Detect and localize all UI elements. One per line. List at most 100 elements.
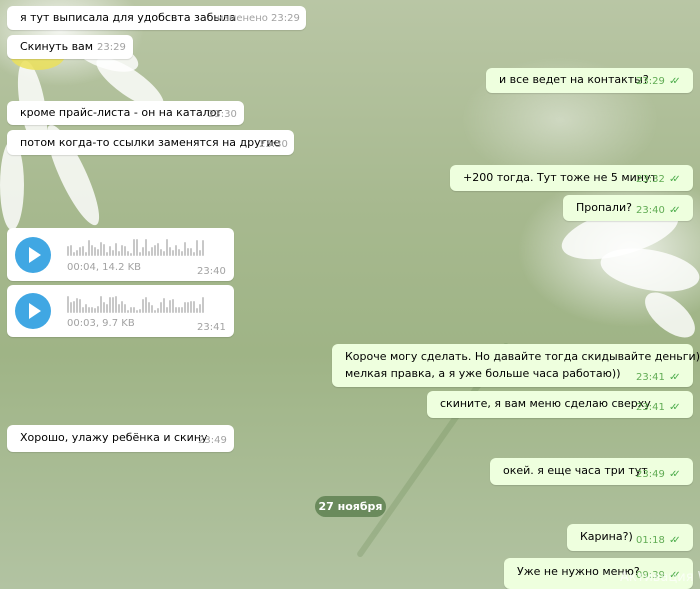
waveform-bar xyxy=(178,307,180,313)
waveform-bar xyxy=(199,304,201,313)
message-outgoing[interactable]: +200 тогда. Тут тоже не 5 минут 23:32 ✓✓ xyxy=(450,165,693,191)
waveform-bar xyxy=(94,247,96,256)
waveform-bar xyxy=(196,308,198,313)
message-outgoing[interactable]: окей. я еще часа три тут 23:49 ✓✓ xyxy=(490,458,693,485)
message-text: я тут выписала для удобсвта забыла xyxy=(20,11,236,24)
voice-message[interactable]: 00:03, 9.7 KB 23:41 xyxy=(7,285,234,337)
waveform-bar xyxy=(70,302,72,313)
play-icon[interactable] xyxy=(15,237,51,273)
waveform-bar xyxy=(172,250,174,256)
waveform-bar xyxy=(73,301,75,313)
voice-info: 00:03, 9.7 KB xyxy=(67,318,135,329)
waveform-bar xyxy=(67,246,69,256)
waveform-bar xyxy=(103,244,105,256)
waveform-bar xyxy=(121,245,123,256)
message-text: скините, я вам меню сделаю сверху xyxy=(440,397,651,410)
waveform-bar xyxy=(100,296,102,313)
waveform-bar xyxy=(187,248,189,256)
message-text: Короче могу сделать. Но давайте тогда ск… xyxy=(345,350,700,363)
waveform[interactable] xyxy=(67,295,207,313)
message-outgoing[interactable]: и все ведет на контакты? 23:29 ✓✓ xyxy=(486,68,693,93)
waveform-bar xyxy=(160,249,162,256)
waveform-bar xyxy=(136,239,138,256)
waveform-bar xyxy=(91,307,93,313)
voice-message[interactable]: 00:04, 14.2 KB 23:40 xyxy=(7,228,234,281)
play-icon[interactable] xyxy=(15,293,51,329)
message-time: 23:30 xyxy=(208,109,237,120)
waveform-bar xyxy=(133,307,135,313)
waveform-bar xyxy=(163,298,165,313)
waveform-bar xyxy=(193,252,195,256)
waveform-bar xyxy=(148,251,150,256)
read-check-icon: ✓✓ xyxy=(669,372,681,383)
message-outgoing[interactable]: Короче могу сделать. Но давайте тогда ск… xyxy=(332,344,700,387)
waveform-bar xyxy=(121,301,123,313)
waveform-bar xyxy=(178,249,180,256)
waveform-bar xyxy=(154,245,156,256)
waveform-bar xyxy=(148,302,150,313)
waveform-bar xyxy=(109,297,111,313)
message-time: 23:40 xyxy=(197,266,226,277)
read-check-icon: ✓✓ xyxy=(669,76,681,87)
message-incoming[interactable]: потом когда-то ссылки заменятся на други… xyxy=(7,130,294,155)
waveform-bar xyxy=(82,307,84,313)
waveform-bar xyxy=(160,302,162,313)
waveform-bar xyxy=(70,245,72,256)
activation-watermark: Активация W xyxy=(620,570,700,585)
waveform-bar xyxy=(130,307,132,313)
read-check-icon: ✓✓ xyxy=(669,469,681,480)
waveform-bar xyxy=(115,243,117,256)
message-incoming[interactable]: Хорошо, улажу ребёнка и скину 23:49 xyxy=(7,425,234,452)
waveform-bar xyxy=(94,308,96,313)
waveform-bar xyxy=(112,250,114,256)
waveform-bar xyxy=(151,247,153,256)
message-incoming[interactable]: я тут выписала для удобсвта забыла измен… xyxy=(7,6,306,30)
waveform-bar xyxy=(130,253,132,256)
waveform-bar xyxy=(175,307,177,313)
waveform-bar xyxy=(145,297,147,313)
waveform-bar xyxy=(157,308,159,313)
waveform-bar xyxy=(142,247,144,256)
waveform[interactable] xyxy=(67,238,207,256)
waveform-bar xyxy=(127,310,129,313)
waveform-bar xyxy=(190,301,192,313)
waveform-bar xyxy=(115,296,117,313)
waveform-bar xyxy=(88,240,90,256)
waveform-bar xyxy=(103,302,105,313)
waveform-bar xyxy=(85,252,87,256)
message-time: 23:41 xyxy=(197,322,226,333)
waveform-bar xyxy=(190,248,192,256)
message-time: 23:49 xyxy=(198,435,227,446)
message-time: 23:29 xyxy=(97,42,126,53)
message-text: потом когда-то ссылки заменятся на други… xyxy=(20,136,281,149)
waveform-bar xyxy=(88,307,90,313)
waveform-bar xyxy=(154,310,156,313)
message-outgoing[interactable]: скините, я вам меню сделаю сверху 23:41 … xyxy=(427,391,693,418)
waveform-bar xyxy=(187,302,189,313)
message-outgoing[interactable]: Пропали? 23:40 ✓✓ xyxy=(563,195,693,221)
waveform-bar xyxy=(106,252,108,256)
waveform-bar xyxy=(97,249,99,256)
message-text-line2: мелкая правка, а я уже больше часа работ… xyxy=(345,367,621,380)
waveform-bar xyxy=(133,239,135,256)
waveform-bar xyxy=(79,247,81,256)
read-check-icon: ✓✓ xyxy=(669,174,681,185)
waveform-bar xyxy=(124,304,126,313)
waveform-bar xyxy=(127,251,129,256)
waveform-bar xyxy=(169,247,171,256)
message-incoming[interactable]: Скинуть вам 23:29 xyxy=(7,35,133,59)
message-incoming[interactable]: кроме прайс-листа - он на каталог 23:30 xyxy=(7,101,244,125)
message-time: 23:29 xyxy=(636,76,665,87)
message-time: 01:18 xyxy=(636,535,665,546)
message-time: 23:41 xyxy=(636,402,665,413)
waveform-bar xyxy=(181,251,183,256)
message-outgoing[interactable]: Карина?) 01:18 ✓✓ xyxy=(567,524,693,551)
message-time: изменено 23:29 xyxy=(217,13,300,24)
message-time: 23:40 xyxy=(636,205,665,216)
waveform-bar xyxy=(79,299,81,313)
waveform-bar xyxy=(67,296,69,313)
waveform-bar xyxy=(76,298,78,313)
waveform-bar xyxy=(136,310,138,313)
waveform-bar xyxy=(202,297,204,313)
date-separator: 27 ноября xyxy=(315,496,386,517)
